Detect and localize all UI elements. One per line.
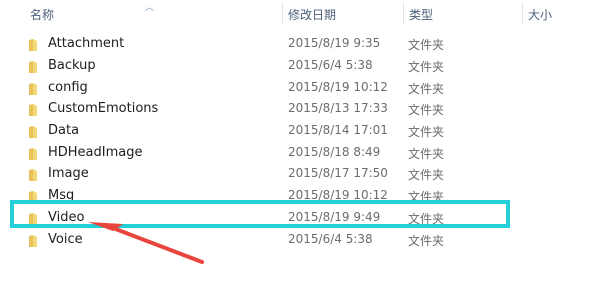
- file-name: config: [48, 80, 88, 95]
- file-date: 2015/8/17 17:50: [288, 166, 388, 180]
- file-date: 2015/6/4 5:38: [288, 58, 373, 72]
- column-date[interactable]: 修改日期: [288, 6, 336, 23]
- list-item[interactable]: Voice 2015/6/4 5:38 文件夹: [18, 229, 598, 251]
- file-type: 文件夹: [408, 168, 445, 182]
- file-type: 文件夹: [408, 147, 445, 161]
- list-item[interactable]: Attachment 2015/8/19 9:35 文件夹: [18, 33, 598, 55]
- folder-icon: [28, 124, 38, 138]
- folder-icon: [28, 102, 38, 116]
- column-size[interactable]: 大小: [528, 6, 552, 23]
- column-divider[interactable]: [522, 2, 523, 24]
- file-date: 2015/8/13 17:33: [288, 101, 388, 115]
- list-item[interactable]: HDHeadImage 2015/8/18 8:49 文件夹: [18, 142, 598, 164]
- file-type: 文件夹: [408, 125, 445, 139]
- column-name[interactable]: 名称: [30, 6, 54, 23]
- file-type: 文件夹: [408, 60, 445, 74]
- folder-icon: [28, 81, 38, 95]
- file-date: 2015/8/19 10:12: [288, 80, 388, 94]
- list-item[interactable]: CustomEmotions 2015/8/13 17:33 文件夹: [18, 98, 598, 120]
- folder-icon: [28, 37, 38, 51]
- sort-up-icon: ︿: [145, 3, 155, 13]
- file-type: 文件夹: [408, 234, 445, 248]
- list-item[interactable]: Data 2015/8/14 17:01 文件夹: [18, 120, 598, 142]
- column-header: 名称 ︿ 修改日期 类型 大小: [0, 0, 600, 28]
- file-date: 2015/8/14 17:01: [288, 123, 388, 137]
- file-name: HDHeadImage: [48, 145, 143, 160]
- folder-icon: [28, 233, 38, 247]
- file-date: 2015/8/18 8:49: [288, 145, 381, 159]
- file-name: Voice: [48, 232, 83, 247]
- highlight-box: [10, 200, 510, 228]
- list-item[interactable]: config 2015/8/19 10:12 文件夹: [18, 77, 598, 99]
- file-name: CustomEmotions: [48, 101, 159, 116]
- file-type: 文件夹: [408, 82, 445, 96]
- folder-icon: [28, 59, 38, 73]
- file-name: Data: [48, 123, 80, 138]
- file-date: 2015/6/4 5:38: [288, 232, 373, 246]
- column-divider[interactable]: [403, 2, 404, 24]
- list-item[interactable]: Image 2015/8/17 17:50 文件夹: [18, 163, 598, 185]
- file-type: 文件夹: [408, 38, 445, 52]
- file-type: 文件夹: [408, 103, 445, 117]
- file-name: Backup: [48, 58, 96, 73]
- folder-icon: [28, 167, 38, 181]
- column-divider[interactable]: [282, 2, 283, 24]
- file-name: Image: [48, 166, 89, 181]
- file-date: 2015/8/19 9:35: [288, 36, 381, 50]
- file-name: Attachment: [48, 36, 125, 51]
- column-type[interactable]: 类型: [409, 6, 433, 23]
- list-item[interactable]: Backup 2015/6/4 5:38 文件夹: [18, 55, 598, 77]
- folder-icon: [28, 146, 38, 160]
